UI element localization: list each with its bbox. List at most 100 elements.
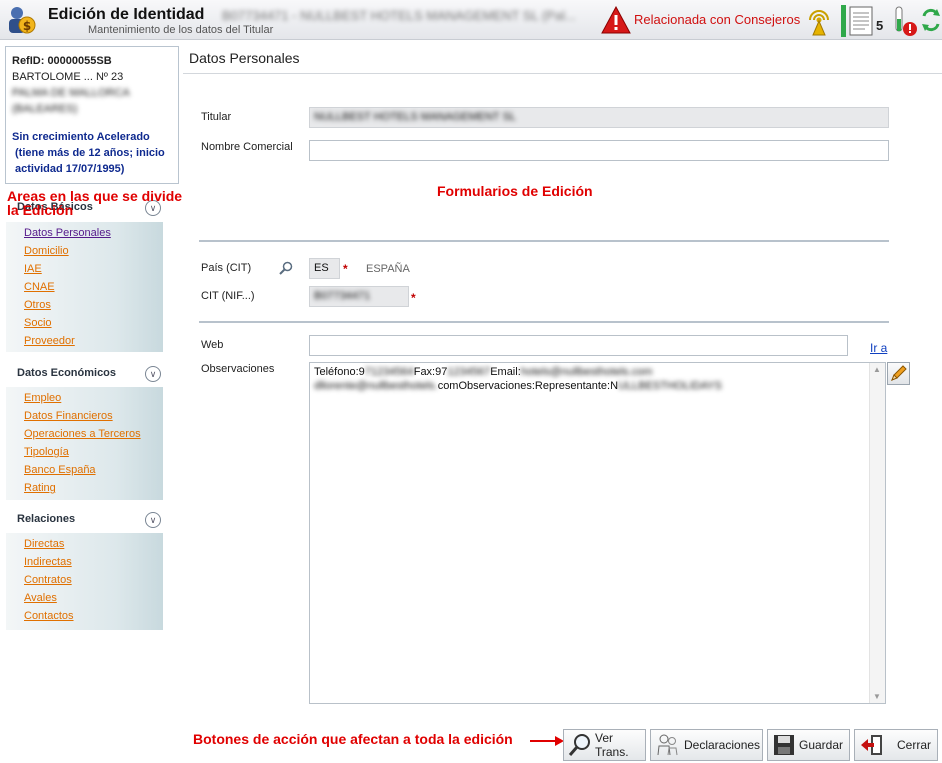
app-subtitle: Mantenimiento de los datos del Titular bbox=[88, 24, 274, 36]
address-line-2: PALMA DE MALLORCA bbox=[12, 87, 130, 99]
chevron-down-icon[interactable]: ∨ bbox=[145, 512, 161, 528]
ref-id: RefID: 00000055SB bbox=[12, 55, 112, 67]
observaciones-scrollbar[interactable]: ▲ ▼ bbox=[869, 363, 885, 703]
address-line-1: BARTOLOME ... Nº 23 bbox=[12, 71, 124, 83]
declaraciones-label: Declaraciones bbox=[684, 738, 761, 752]
web-label: Web bbox=[201, 339, 224, 351]
obs-text-part: hotels@nullbesthotels.com bbox=[520, 366, 653, 378]
svg-text:$: $ bbox=[23, 19, 31, 33]
nav-iae[interactable]: IAE bbox=[24, 260, 163, 278]
documents-icon[interactable] bbox=[841, 5, 875, 37]
pencil-icon bbox=[891, 365, 907, 381]
form-title: Datos Personales bbox=[189, 50, 300, 66]
nav-empleo[interactable]: Empleo bbox=[24, 389, 163, 407]
exit-door-icon bbox=[861, 735, 882, 755]
pais-label: País (CIT) bbox=[201, 262, 252, 274]
nombre-comercial-field[interactable] bbox=[309, 140, 889, 161]
scroll-up-icon[interactable]: ▲ bbox=[873, 365, 881, 374]
required-mark: * bbox=[343, 262, 348, 276]
title-divider bbox=[183, 73, 942, 74]
nav-rating[interactable]: Rating bbox=[24, 479, 163, 497]
nav-domicilio[interactable]: Domicilio bbox=[24, 242, 163, 260]
section-list-datos-basicos: Datos Personales Domicilio IAE CNAE Otro… bbox=[6, 222, 163, 352]
nav-cnae[interactable]: CNAE bbox=[24, 278, 163, 296]
section-list-relaciones: Directas Indirectas Contratos Avales Con… bbox=[6, 533, 163, 630]
section-divider bbox=[199, 240, 889, 242]
nav-proveedor[interactable]: Proveedor bbox=[24, 332, 163, 350]
guardar-label: Guardar bbox=[799, 738, 844, 752]
section-datos-economicos[interactable]: Datos Económicos ∨ bbox=[6, 362, 163, 384]
growth-status: Sin crecimiento Acelerado (tiene más de … bbox=[12, 129, 172, 177]
observaciones-textarea[interactable]: Teléfono:971234564Fax:971234567Email:hot… bbox=[309, 362, 886, 704]
titular-label: Titular bbox=[201, 111, 232, 123]
titular-value: NULLBEST HOTELS MANAGEMENT SL bbox=[314, 111, 516, 123]
broadcast-icon[interactable] bbox=[806, 6, 832, 36]
obs-text-part: Fax:97 bbox=[413, 366, 448, 378]
obs-text-part: ULLBESTHOLIDAYS bbox=[618, 380, 722, 392]
titular-summary-box: RefID: 00000055SB BARTOLOME ... Nº 23 PA… bbox=[5, 46, 179, 184]
annotation-arrow-icon bbox=[530, 736, 564, 746]
app-logo-icon: $ bbox=[9, 7, 36, 34]
nav-indirectas[interactable]: Indirectas bbox=[24, 553, 163, 571]
documents-count: 5 bbox=[876, 18, 884, 33]
cit-value: B07734471 bbox=[314, 290, 371, 302]
section-divider bbox=[199, 321, 889, 323]
obs-text-part: Teléfono:9 bbox=[314, 366, 365, 378]
annotation-forms: Formularios de Edición bbox=[437, 183, 593, 199]
declaraciones-button[interactable]: Declaraciones bbox=[650, 729, 763, 761]
pais-name: ESPAÑA bbox=[366, 263, 410, 275]
cerrar-label: Cerrar bbox=[897, 738, 932, 752]
nombre-comercial-label: Nombre Comercial bbox=[201, 141, 293, 153]
nav-contactos[interactable]: Contactos bbox=[24, 607, 163, 625]
growth-status-detail: (tiene más de 12 años; inicio actividad … bbox=[15, 147, 165, 175]
growth-status-title: Sin crecimiento Acelerado bbox=[12, 131, 150, 143]
nav-avales[interactable]: Avales bbox=[24, 589, 163, 607]
ver-trans-button[interactable]: Ver Trans. bbox=[563, 729, 646, 761]
section-title: Relaciones bbox=[17, 513, 76, 525]
required-mark: * bbox=[411, 291, 416, 305]
search-icon[interactable] bbox=[279, 261, 293, 275]
ver-trans-label: Ver Trans. bbox=[595, 731, 629, 759]
ir-a-link[interactable]: Ir a bbox=[870, 341, 887, 355]
alert-level-icon[interactable] bbox=[893, 5, 919, 37]
obs-text-part: Email: bbox=[490, 366, 521, 378]
refresh-icon[interactable] bbox=[920, 6, 942, 34]
annotation-buttons: Botones de acción que afectan a toda la … bbox=[193, 731, 513, 747]
record-identifier: B07734471 - NULLBEST HOTELS MANAGEMENT S… bbox=[222, 8, 576, 23]
nav-socio[interactable]: Socio bbox=[24, 314, 163, 332]
scroll-down-icon[interactable]: ▼ bbox=[873, 692, 881, 701]
save-icon bbox=[774, 735, 794, 755]
nav-datos-personales[interactable]: Datos Personales bbox=[24, 224, 163, 242]
nav-directas[interactable]: Directas bbox=[24, 535, 163, 553]
cerrar-button[interactable]: Cerrar bbox=[854, 729, 938, 761]
observaciones-label: Observaciones bbox=[201, 363, 275, 375]
nav-banco-espana[interactable]: Banco España bbox=[24, 461, 163, 479]
related-warning-label[interactable]: Relacionada con Consejeros bbox=[634, 12, 800, 27]
cit-label: CIT (NIF...) bbox=[201, 290, 255, 302]
obs-text-part: 71234564 bbox=[364, 366, 414, 378]
annotation-areas: Areas en las que se divide la Edición bbox=[7, 188, 183, 218]
guardar-button[interactable]: Guardar bbox=[767, 729, 850, 761]
section-relaciones[interactable]: Relaciones ∨ bbox=[6, 508, 163, 530]
nav-operaciones-terceros[interactable]: Operaciones a Terceros bbox=[24, 425, 163, 443]
warning-icon[interactable] bbox=[601, 6, 631, 34]
edit-observaciones-button[interactable] bbox=[887, 362, 910, 385]
obs-text-part: comObservaciones:Representante:N bbox=[437, 380, 619, 392]
cit-field[interactable]: B07734471 bbox=[309, 286, 409, 307]
obs-text-part: 1234567 bbox=[447, 366, 491, 378]
obs-text-part: dllorente@nullbesthotels. bbox=[314, 380, 438, 392]
observaciones-text: Teléfono:971234564Fax:971234567Email:hot… bbox=[314, 365, 869, 393]
nav-otros[interactable]: Otros bbox=[24, 296, 163, 314]
magnifier-icon bbox=[568, 734, 590, 756]
titular-field[interactable]: NULLBEST HOTELS MANAGEMENT SL bbox=[309, 107, 889, 128]
nav-tipologia[interactable]: Tipología bbox=[24, 443, 163, 461]
title-bar: $ Edición de Identidad Mantenimiento de … bbox=[0, 0, 942, 40]
nav-contratos[interactable]: Contratos bbox=[24, 571, 163, 589]
nav-datos-financieros[interactable]: Datos Financieros bbox=[24, 407, 163, 425]
section-title: Datos Económicos bbox=[17, 367, 117, 379]
address-line-3: (BALEARES) bbox=[12, 103, 78, 115]
web-field[interactable] bbox=[309, 335, 848, 356]
pais-field[interactable]: ES bbox=[309, 258, 340, 279]
chevron-down-icon[interactable]: ∨ bbox=[145, 366, 161, 382]
people-icon bbox=[657, 734, 678, 756]
